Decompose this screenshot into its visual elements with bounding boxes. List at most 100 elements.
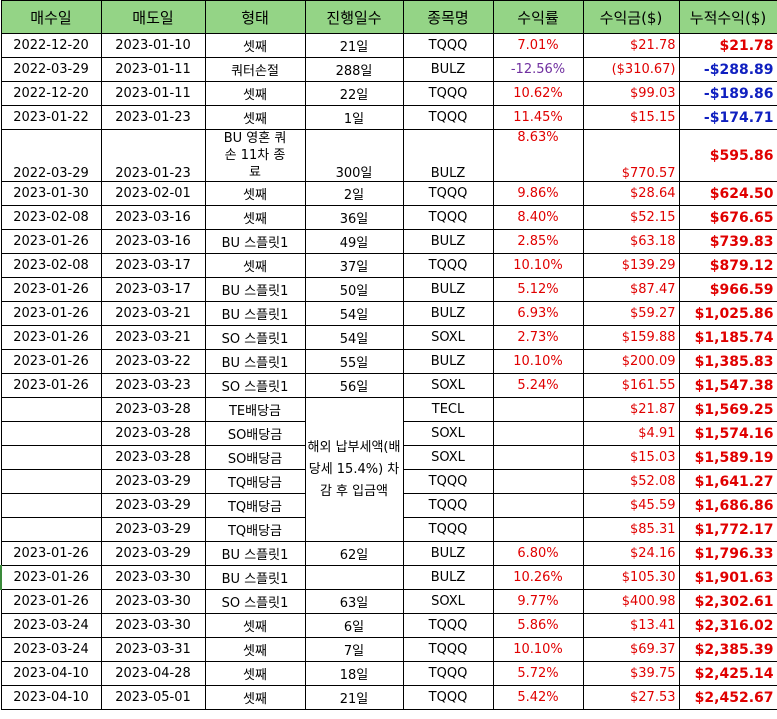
- sell-date-header: 매도일: [100, 0, 206, 34]
- sell-date: 2023-03-23: [100, 373, 206, 398]
- holding-days: 288일: [304, 57, 404, 82]
- profit: $69.37: [582, 637, 680, 662]
- dividend-tax-note: 해외 납부세액(배당세 15.4%) 차감 후 입금액: [304, 397, 404, 542]
- profit: $85.31: [582, 517, 680, 542]
- table-row: 2023-01-26 2023-03-30 BU 스플릿1 BULZ 10.26% $10…: [0, 565, 777, 590]
- profit: $21.78: [582, 33, 680, 58]
- trade-type: SO 스플릿1: [204, 373, 306, 398]
- sell-date: 2023-03-16: [100, 229, 206, 254]
- trade-type: BU 스플릿1: [204, 301, 306, 326]
- ticker: TQQQ: [402, 81, 494, 106]
- return-rate: 10.10%: [492, 349, 584, 374]
- return-rate: [492, 421, 584, 446]
- table-row: 2022-03-29 2023-01-11 쿼터손절 288일 BULZ -12.56%(…: [0, 57, 777, 82]
- buy-date: 2023-01-26: [0, 565, 102, 590]
- trade-type: SO배당금: [204, 445, 306, 470]
- holding-days: 50일: [304, 277, 404, 302]
- holding-days: 21일: [304, 685, 404, 710]
- cumulative-header: 누적수익($): [678, 0, 777, 34]
- profit: $45.59: [582, 493, 680, 518]
- trade-type: BU 스플릿1: [204, 349, 306, 374]
- profit: $99.03: [582, 81, 680, 106]
- sell-date: 2023-03-30: [100, 565, 206, 590]
- return-rate: 11.45%: [492, 105, 584, 130]
- trade-type: SO 스플릿1: [204, 589, 306, 614]
- return-rate: [492, 445, 584, 470]
- type-header: 형태: [204, 0, 306, 34]
- sell-date: 2023-03-29: [100, 517, 206, 542]
- cumulative-profit: -$174.71: [678, 105, 777, 130]
- ticker: SOXL: [402, 373, 494, 398]
- table-row: 2023-01-30 2023-02-01 셋째 2일 TQQQ 9.86% $28.64 $…: [0, 181, 777, 206]
- sell-date: 2023-03-29: [100, 493, 206, 518]
- ticker: TQQQ: [402, 493, 494, 518]
- return-rate: 6.80%: [492, 541, 584, 566]
- table-body: 2022-12-20 2023-01-10 셋째 21일 TQQQ 7.01% $21.78…: [0, 33, 777, 710]
- cumulative-profit: $1,796.33: [678, 541, 777, 566]
- return-rate: 5.72%: [492, 661, 584, 686]
- table-row: 2023-01-26 2023-03-17 BU 스플릿1 50일 BULZ 5.12% $…: [0, 277, 777, 302]
- ticker: TQQQ: [402, 637, 494, 662]
- ticker: BULZ: [402, 229, 494, 254]
- table-row: 2023-04-10 2023-05-01 셋째 21일 TQQQ 5.42% $27.53…: [0, 685, 777, 710]
- ticker: TQQQ: [402, 181, 494, 206]
- trade-type: 셋째: [204, 205, 306, 230]
- trade-type: TQ배당금: [204, 517, 306, 542]
- ticker: BULZ: [402, 57, 494, 82]
- buy-date: [0, 421, 102, 446]
- holding-days: 36일: [304, 205, 404, 230]
- trade-type: 셋째: [204, 181, 306, 206]
- profit: ($310.67): [582, 57, 680, 82]
- cumulative-profit: $676.65: [678, 205, 777, 230]
- buy-date: 2022-03-29: [0, 57, 102, 82]
- ticker: TQQQ: [402, 33, 494, 58]
- profit: $63.18: [582, 229, 680, 254]
- ticker: BULZ: [402, 565, 494, 590]
- buy-date: [0, 469, 102, 494]
- sell-date: 2023-03-29: [100, 541, 206, 566]
- ticker-header: 종목명: [402, 0, 494, 34]
- profit: $15.15: [582, 105, 680, 130]
- sell-date: 2023-03-17: [100, 253, 206, 278]
- table-row: 2023-02-08 2023-03-16 셋째 36일 TQQQ 8.40% $52.15…: [0, 205, 777, 230]
- trade-type: 셋째: [204, 637, 306, 662]
- return-rate: 9.86%: [492, 181, 584, 206]
- buy-date: [0, 493, 102, 518]
- trade-type: 쿼터손절: [204, 57, 306, 82]
- cumulative-profit: $1,574.16: [678, 421, 777, 446]
- table-row: 2023-01-26 2023-03-21 SO 스플릿1 54일 SOXL 2.73% $…: [0, 325, 777, 350]
- buy-date: 2023-04-10: [0, 661, 102, 686]
- sell-date: 2023-01-23: [100, 105, 206, 130]
- cumulative-profit: $1,025.86: [678, 301, 777, 326]
- sell-date: 2023-03-28: [100, 397, 206, 422]
- ticker: SOXL: [402, 421, 494, 446]
- holding-days: 1일: [304, 105, 404, 130]
- return-rate: 8.40%: [492, 205, 584, 230]
- ticker: BULZ: [402, 349, 494, 374]
- return-rate: 8.63%: [492, 129, 584, 182]
- sell-date: 2023-03-21: [100, 325, 206, 350]
- sell-date: 2023-03-17: [100, 277, 206, 302]
- buy-date: 2023-01-30: [0, 181, 102, 206]
- buy-date: 2023-01-26: [0, 373, 102, 398]
- sell-date: 2023-03-29: [100, 469, 206, 494]
- buy-date: 2023-03-24: [0, 637, 102, 662]
- buy-date: 2023-01-26: [0, 301, 102, 326]
- holding-days: [304, 565, 404, 590]
- profit: $161.55: [582, 373, 680, 398]
- table-row: 2023-01-26 2023-03-21 BU 스플릿1 54일 BULZ 6.93% $…: [0, 301, 777, 326]
- ticker: TQQQ: [402, 685, 494, 710]
- profit: $4.91: [582, 421, 680, 446]
- holding-days: 54일: [304, 325, 404, 350]
- return-rate: 7.01%: [492, 33, 584, 58]
- return-rate: 10.62%: [492, 81, 584, 106]
- sell-date: 2023-04-28: [100, 661, 206, 686]
- holding-days: 56일: [304, 373, 404, 398]
- return-rate: 5.12%: [492, 277, 584, 302]
- return-rate: [492, 397, 584, 422]
- return-rate: 10.10%: [492, 637, 584, 662]
- return-rate: 10.10%: [492, 253, 584, 278]
- trade-type: BU 영혼 쿼손 11차 종료: [204, 129, 306, 182]
- ticker: TQQQ: [402, 105, 494, 130]
- trade-type: 셋째: [204, 105, 306, 130]
